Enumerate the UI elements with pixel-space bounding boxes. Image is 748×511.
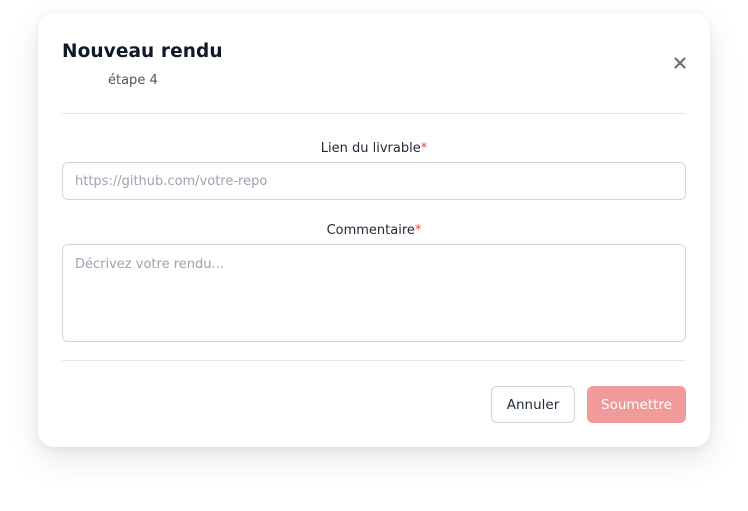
comment-textarea[interactable]: [62, 244, 686, 342]
comment-label-text: Commentaire: [326, 223, 415, 238]
modal-subtitle: étape 4: [108, 73, 158, 88]
close-icon: [674, 57, 686, 69]
required-marker: *: [420, 141, 428, 156]
modal-title: Nouveau rendu: [62, 41, 223, 62]
link-label-text: Lien du livrable: [320, 141, 421, 156]
required-marker: *: [414, 223, 422, 238]
submit-button[interactable]: Soumettre: [587, 386, 686, 423]
header-divider: [62, 113, 686, 114]
deliverable-link-input[interactable]: [62, 162, 686, 200]
footer-divider: [62, 360, 686, 361]
new-submission-modal: Nouveau rendu étape 4 Lien du livrable* …: [38, 13, 710, 447]
comment-field-label: Commentaire*: [62, 223, 686, 238]
link-field-label: Lien du livrable*: [62, 141, 686, 156]
close-button[interactable]: [668, 51, 692, 75]
cancel-button[interactable]: Annuler: [491, 386, 575, 423]
